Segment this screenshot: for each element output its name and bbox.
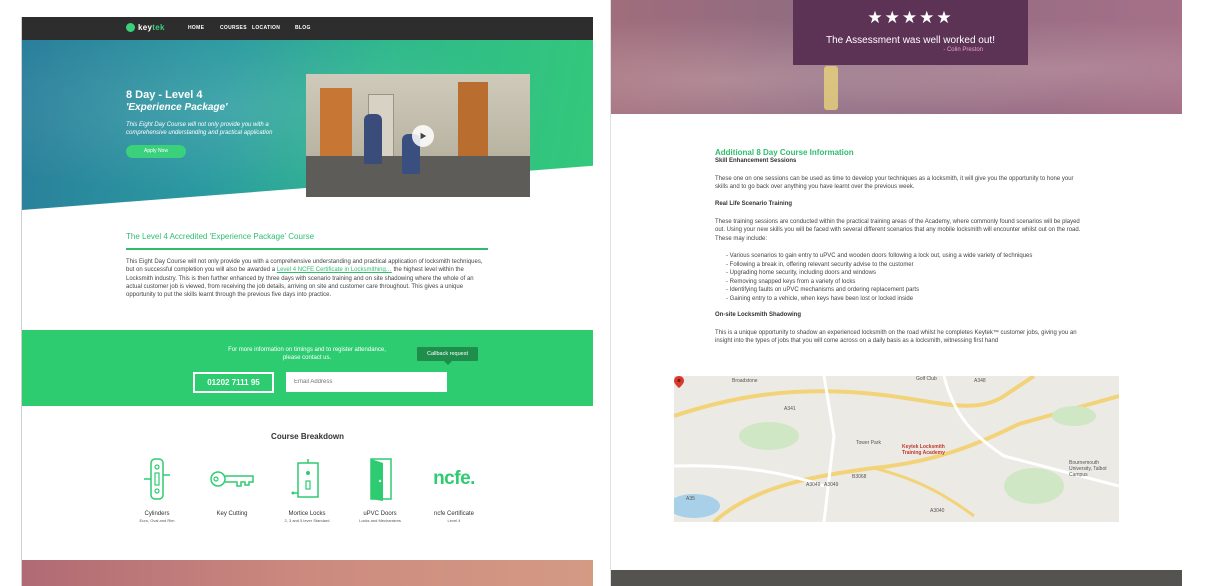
map-label: A341 — [784, 406, 796, 412]
map-label: A3049 — [806, 482, 821, 488]
breakdown-sub: Euro, Oval and Rim — [139, 518, 175, 523]
hero-subtitle: 'Experience Package' — [126, 102, 228, 113]
play-button-icon[interactable] — [412, 125, 434, 147]
list-item: - Identifying faults on uPVC mechanisms … — [726, 287, 920, 293]
hero-title: 8 Day - Level 4 — [126, 89, 203, 101]
ncfe-logo-text: ncfe. — [433, 468, 475, 489]
skill-enhancement-heading: Skill Enhancement Sessions — [715, 158, 797, 164]
map-label: A3040 — [930, 508, 945, 514]
cylinder-lock-icon — [117, 457, 197, 501]
breakdown-item-upvc-doors: uPVC Doors Locks and Mechanisms — [340, 457, 420, 523]
map-roads — [674, 376, 1119, 522]
real-life-text: These training sessions are conducted wi… — [715, 219, 1081, 242]
map-label: Broadstone — [732, 378, 758, 384]
course-video[interactable] — [306, 74, 530, 197]
list-item: - Upgrading home security, including doo… — [726, 270, 876, 276]
section-divider — [126, 248, 488, 250]
left-page: keytek HOME COURSES LOCATION BLOG 8 Day … — [22, 17, 593, 586]
course-description: This Eight Day Course will not only prov… — [126, 258, 488, 299]
real-life-heading: Real Life Scenario Training — [715, 201, 793, 207]
nav-blog[interactable]: BLOG — [295, 25, 311, 31]
top-nav: keytek HOME COURSES LOCATION BLOG — [22, 17, 593, 40]
nav-courses[interactable]: COURSES — [220, 25, 247, 31]
breakdown-label: Key Cutting — [216, 511, 248, 517]
course-section-title: The Level 4 Accredited 'Experience Packa… — [126, 232, 315, 241]
ncfe-certificate-link[interactable]: Level 4 NCFE Certificate in Locksmithing… — [277, 267, 392, 273]
breakdown-sub: Locks and Mechanisms — [359, 518, 401, 523]
breakdown-label: uPVC Doors — [363, 511, 397, 517]
list-item: - Gaining entry to a vehicle, when keys … — [726, 295, 914, 302]
map-label: A35 — [686, 496, 695, 502]
additional-info-title: Additional 8 Day Course Information — [715, 148, 854, 157]
list-item: - Removing snapped keys from a variety o… — [726, 278, 856, 285]
list-item: - Following a break in, offering relevan… — [726, 261, 914, 268]
map-label: Bournemouth University, Talbot Campus — [1069, 460, 1107, 478]
breakdown-item-cylinders: Cylinders Euro, Oval and Rim — [117, 457, 197, 523]
page-canvas: keytek HOME COURSES LOCATION BLOG 8 Day … — [0, 0, 1211, 586]
callback-request-button[interactable]: Callback request — [417, 347, 478, 361]
phone-number-button[interactable]: 01202 7111 95 — [193, 372, 274, 393]
scenario-list: - Various scenarios to gain entry to uPV… — [726, 252, 1086, 303]
testimonial-banner: ★★★★★ The Assessment was well worked out… — [611, 0, 1182, 114]
contact-cta-band: For more information on timings and to r… — [22, 330, 593, 406]
map-pin-label: Keytek Locksmith Training Academy — [902, 444, 945, 456]
breakdown-label: Cylinders — [144, 511, 170, 517]
breakdown-label: ncfe Certificate — [433, 511, 475, 517]
star-rating-icon: ★★★★★ — [867, 8, 954, 27]
callback-tip — [444, 361, 452, 365]
map-label: A3049 — [824, 482, 839, 488]
nav-location[interactable]: LOCATION — [252, 25, 280, 31]
keytek-logo[interactable]: keytek — [126, 23, 165, 32]
map-label: Golf Club — [916, 376, 937, 382]
map-label: B3068 — [852, 474, 867, 480]
testimonial-box: ★★★★★ The Assessment was well worked out… — [793, 0, 1028, 65]
footer-photo-strip — [22, 560, 593, 586]
breakdown-sub: Level 4 — [447, 518, 461, 523]
breakdown-item-ncfe-certificate: ncfe. ncfe Certificate Level 4 — [414, 457, 494, 523]
map-label: Tower Park — [856, 440, 882, 446]
video-person — [364, 114, 382, 164]
ncfe-logo: ncfe. — [414, 457, 494, 501]
location-map[interactable]: Broadstone Golf Club Tower Park Bournemo… — [674, 376, 1119, 522]
email-input[interactable] — [286, 372, 447, 392]
list-item: - Various scenarios to gain entry to uPV… — [726, 253, 1033, 259]
testimonial-author: - Colin Preston — [943, 47, 983, 53]
apply-now-button[interactable]: Apply Now — [126, 145, 186, 158]
course-breakdown-title: Course Breakdown — [271, 432, 344, 441]
footer-photo-strip — [611, 570, 1182, 586]
cta-text: For more information on timings and to r… — [228, 347, 386, 361]
map-pin-icon[interactable] — [674, 376, 684, 388]
shadowing-text: This is a unique opportunity to shadow a… — [715, 330, 1077, 345]
logo-prefix: key — [138, 23, 153, 32]
nav-home[interactable]: HOME — [188, 25, 204, 31]
breakdown-sub: 2, 3 and 5 lever Standard — [284, 518, 330, 523]
key-icon — [192, 457, 272, 501]
shadowing-heading: On-site Locksmith Shadowing — [715, 312, 802, 318]
testimonial-quote: The Assessment was well worked out! — [826, 35, 995, 46]
breakdown-item-key-cutting: Key Cutting — [192, 457, 272, 518]
hero-description: This Eight Day Course will not only prov… — [126, 122, 273, 136]
breakdown-label: Mortice Locks — [288, 511, 326, 517]
logo-suffix: tek — [152, 23, 165, 32]
mortice-lock-icon — [267, 457, 347, 501]
background-bottle — [824, 66, 838, 110]
breakdown-item-mortice-locks: Mortice Locks 2, 3 and 5 lever Standard — [267, 457, 347, 523]
logo-mark-icon — [126, 23, 135, 32]
door-icon — [340, 457, 420, 501]
right-page: ★★★★★ The Assessment was well worked out… — [611, 0, 1182, 586]
skill-enhancement-text: These one on one sessions can be used as… — [715, 176, 1074, 191]
map-label: A348 — [974, 378, 986, 384]
